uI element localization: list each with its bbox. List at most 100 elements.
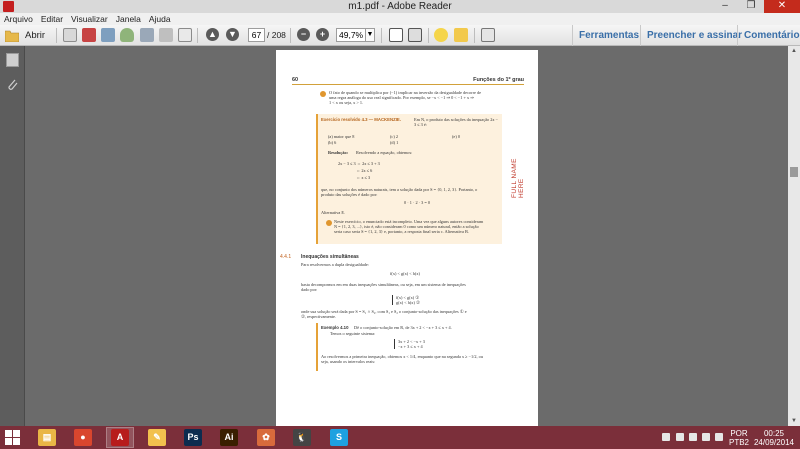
create-pdf-icon[interactable] bbox=[82, 28, 96, 42]
page-number-input[interactable]: 67 bbox=[248, 28, 265, 42]
menu-bar: Arquivo Editar Visualizar Janela Ajuda bbox=[0, 13, 800, 25]
resolution-text: Resolvendo a equação, obtemos: bbox=[356, 150, 413, 155]
taskbar-chrome[interactable]: ● bbox=[74, 429, 92, 446]
option-c: (c) 2 bbox=[390, 134, 398, 139]
document-area[interactable]: 60 Funções do 1º grau O fato de quando s… bbox=[25, 46, 788, 426]
fullscreen-icon[interactable] bbox=[408, 28, 422, 42]
flag-icon[interactable] bbox=[676, 433, 684, 441]
attachment-icon[interactable] bbox=[6, 78, 19, 92]
expand-icon[interactable] bbox=[481, 28, 495, 42]
volume-icon[interactable] bbox=[715, 433, 723, 441]
pages-icon[interactable] bbox=[6, 53, 19, 67]
comment-link[interactable]: Comentário bbox=[737, 25, 800, 46]
option-d: (d) 1 bbox=[390, 140, 399, 145]
section-intro: Para resolvermos a dupla desigualdade: bbox=[301, 262, 370, 267]
toolbar-separator bbox=[474, 28, 475, 43]
taskbar: ▤ ● A ✎ Ps Ai ✿ 🐧 S POR PTB2 00:25 24/09/2… bbox=[0, 426, 800, 449]
open-button[interactable]: Abrir bbox=[5, 28, 53, 43]
option-b: (b) 6 bbox=[328, 140, 337, 145]
section-number: 4.4.1 bbox=[280, 254, 292, 260]
menu-editar[interactable]: Editar bbox=[37, 13, 67, 25]
navigation-pane bbox=[0, 46, 25, 426]
toolbar-separator bbox=[197, 28, 198, 43]
page-header: 60 Funções do 1º grau bbox=[292, 77, 524, 85]
email-icon[interactable] bbox=[178, 28, 192, 42]
example-box: Exemplo 4.10 Dê o conjunto-solução em R,… bbox=[316, 323, 502, 371]
zoom-input[interactable]: 49,7% bbox=[336, 28, 366, 42]
exercise-title: Exercício resolvido 4.3 — MACKENZIE. bbox=[321, 117, 401, 122]
previous-page-icon[interactable]: ▲ bbox=[206, 28, 219, 41]
folder-icon bbox=[5, 30, 19, 42]
menu-janela[interactable]: Janela bbox=[112, 13, 145, 25]
settings-icon[interactable] bbox=[63, 28, 77, 42]
window-title: m1.pdf - Adobe Reader bbox=[348, 1, 452, 12]
answer: Alternativa E. bbox=[321, 210, 346, 215]
taskbar-linux-vm[interactable]: 🐧 bbox=[293, 429, 311, 446]
menu-arquivo[interactable]: Arquivo bbox=[0, 13, 37, 25]
close-button[interactable]: ✕ bbox=[764, 0, 800, 13]
scroll-up-icon[interactable]: ▲ bbox=[788, 46, 800, 56]
vertical-scrollbar[interactable]: ▲ ▼ bbox=[788, 46, 800, 426]
start-button[interactable] bbox=[5, 430, 21, 445]
example-end: Ao resolvermos a primeira inequação, obt… bbox=[321, 354, 483, 365]
step-2: ⇔ 2x ≤ 6 bbox=[356, 168, 373, 173]
chapter-title: Funções do 1º grau bbox=[473, 77, 524, 83]
zoom-out-icon[interactable]: − bbox=[297, 28, 310, 41]
double-inequality: f(x) < g(x) < h(x) bbox=[390, 271, 420, 276]
zoom-in-icon[interactable]: + bbox=[316, 28, 329, 41]
taskbar-adobe-reader[interactable]: A bbox=[111, 429, 129, 446]
scroll-down-icon[interactable]: ▼ bbox=[788, 416, 800, 426]
toolbar: Abrir ▲ ▼ 67 / 208 − + 49,7% ▼ Ferrament… bbox=[0, 25, 800, 46]
toolbar-separator bbox=[428, 28, 429, 43]
note-icon bbox=[326, 220, 332, 226]
side-text: FULL NAME HERE bbox=[511, 158, 525, 198]
note-2: Neste exercício, o enunciado está incomp… bbox=[334, 219, 484, 235]
next-page-icon[interactable]: ▼ bbox=[226, 28, 239, 41]
minimize-button[interactable]: – bbox=[712, 0, 738, 13]
example-title: Exemplo 4.10 bbox=[321, 325, 349, 330]
menu-ajuda[interactable]: Ajuda bbox=[145, 13, 175, 25]
exercise-intro: Em N, o produto das soluções da inequaçã… bbox=[414, 117, 499, 128]
example-system: 3x + 2 < −x + 3 −x + 3 ≤ x + 4 bbox=[394, 339, 425, 350]
taskbar-paint[interactable]: ✿ bbox=[257, 429, 275, 446]
taskbar-photoshop[interactable]: Ps bbox=[184, 429, 202, 446]
toolbar-separator bbox=[56, 28, 57, 43]
taskbar-skype[interactable]: S bbox=[330, 429, 348, 446]
save-icon[interactable] bbox=[140, 28, 154, 42]
taskbar-explorer[interactable]: ▤ bbox=[38, 429, 56, 446]
fit-page-icon[interactable] bbox=[389, 28, 403, 42]
zoom-dropdown[interactable]: ▼ bbox=[366, 28, 375, 42]
resolution-label: Resolução: bbox=[328, 150, 349, 155]
page-number: 60 bbox=[292, 77, 299, 83]
example-sub: Temos o seguinte sistema: bbox=[330, 331, 376, 336]
battery-icon[interactable] bbox=[702, 433, 710, 441]
scroll-thumb[interactable] bbox=[790, 167, 798, 177]
menu-visualizar[interactable]: Visualizar bbox=[67, 13, 112, 25]
edit-pdf-icon[interactable] bbox=[101, 28, 115, 42]
product: 0 · 1 · 2 · 3 = 0 bbox=[404, 200, 431, 205]
clock[interactable]: 00:25 24/09/2014 bbox=[752, 429, 796, 449]
pdf-page: 60 Funções do 1º grau O fato de quando s… bbox=[276, 50, 538, 426]
cloud-upload-icon[interactable] bbox=[120, 28, 134, 42]
step-1: 2x − 3 ≤ 3 ⇔ 2x ≤ 3 + 3 bbox=[338, 161, 380, 166]
print-icon[interactable] bbox=[159, 28, 173, 42]
highlight-icon[interactable] bbox=[454, 28, 468, 42]
system: f(x) < g(x) ① g(x) < h(x) ② bbox=[392, 295, 420, 306]
note-icon bbox=[320, 91, 326, 97]
fill-sign-link[interactable]: Preencher e assinar bbox=[640, 25, 748, 46]
example-intro: Dê o conjunto-solução em R, de 3x + 2 < … bbox=[354, 325, 452, 330]
input-language[interactable]: POR PTB2 bbox=[726, 429, 752, 449]
section-title: Inequações simultâneas bbox=[301, 254, 359, 260]
note-text: O fato de quando se multiplica por (−1) … bbox=[329, 90, 482, 106]
taskbar-illustrator[interactable]: Ai bbox=[220, 429, 238, 446]
tools-link[interactable]: Ferramentas bbox=[572, 25, 645, 46]
step-3: ⇔ x ≤ 3 bbox=[356, 175, 371, 180]
title-bar: m1.pdf - Adobe Reader – ❐ ✕ bbox=[0, 0, 800, 13]
option-a: (a) maior que 8 bbox=[328, 134, 355, 139]
show-hidden-icon[interactable] bbox=[662, 433, 670, 441]
taskbar-notepad[interactable]: ✎ bbox=[148, 429, 166, 446]
comment-icon[interactable] bbox=[434, 28, 448, 42]
network-icon[interactable] bbox=[689, 433, 697, 441]
conclusion: que, no conjunto dos números naturais, t… bbox=[321, 187, 478, 198]
restore-button[interactable]: ❐ bbox=[738, 0, 764, 13]
